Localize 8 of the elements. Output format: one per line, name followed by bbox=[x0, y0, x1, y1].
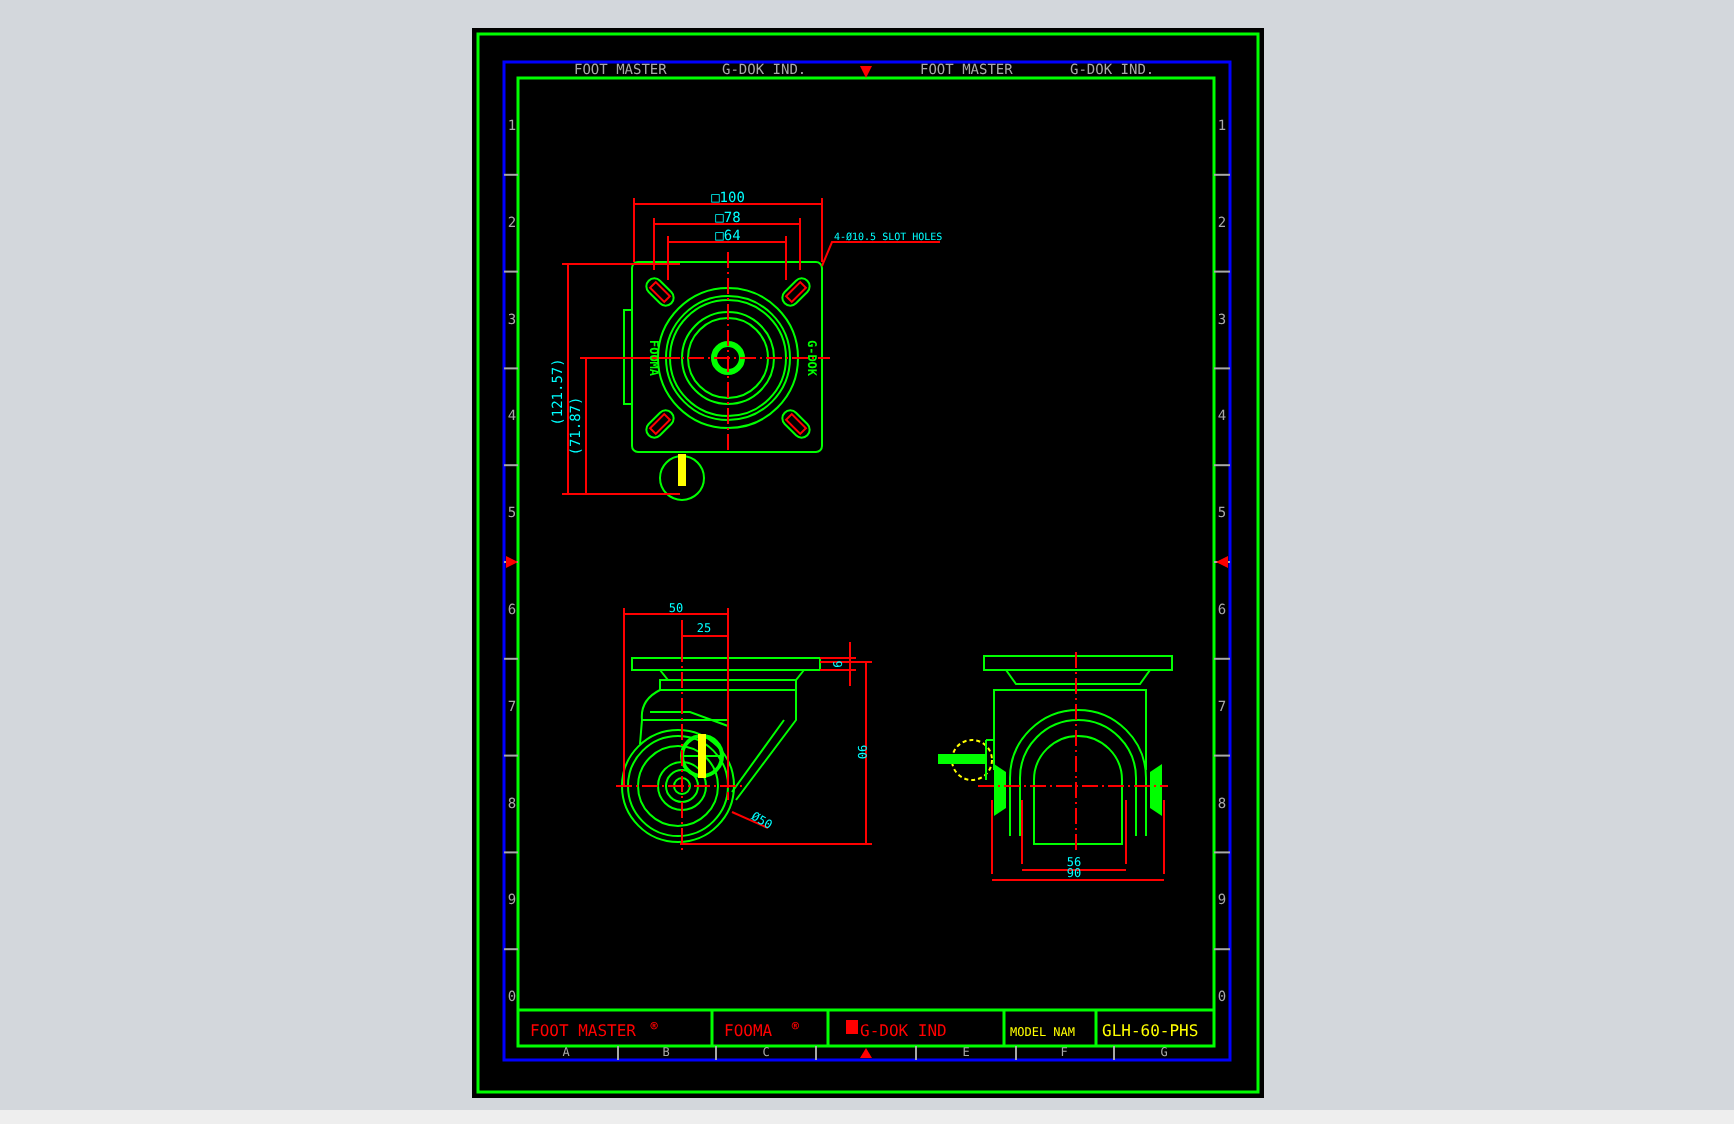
title-block-text: G-DOK IND bbox=[859, 1022, 946, 1040]
title-block-text: FOOT MASTER bbox=[529, 1022, 635, 1040]
center-mark-icon bbox=[1215, 556, 1227, 568]
title-block-text: GLH-60-PHS bbox=[1101, 1022, 1198, 1040]
center-mark-icon bbox=[505, 556, 517, 568]
title-block-text: FOOMA bbox=[723, 1022, 772, 1040]
center-mark-icon bbox=[859, 1048, 871, 1058]
center-mark-icon bbox=[859, 66, 871, 78]
